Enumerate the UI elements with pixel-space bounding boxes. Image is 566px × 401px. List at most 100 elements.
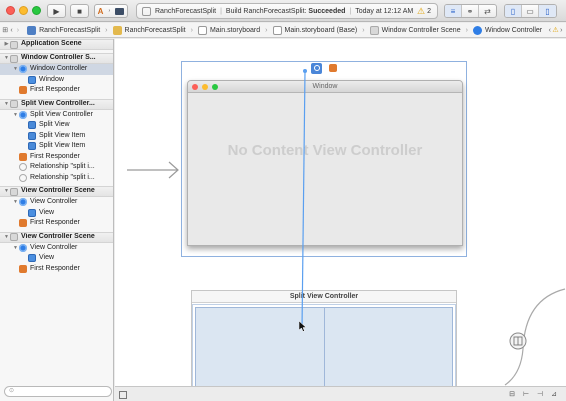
outline-row-label: First Responder [30,219,80,226]
crumb-storyboard-base[interactable]: Main.storyboard (Base) [272,25,357,35]
split-view[interactable] [195,307,453,386]
outline-scene-row[interactable]: ▶ Application Scene [0,39,113,50]
controller-icon [19,243,27,252]
relationship-segue[interactable] [485,279,566,386]
folder-icon [112,25,122,35]
forward-icon[interactable]: › [15,27,21,34]
outline-item-row[interactable]: First Responder [0,218,113,229]
outline-toggle-icon[interactable] [119,391,127,399]
embed-icon[interactable]: ⊟ [507,390,517,399]
outline-item-row[interactable]: View [0,208,113,219]
window-preview[interactable]: Window No Content View Controller [187,80,463,246]
scene-icon [10,54,18,63]
debug-area-toggle-icon[interactable]: ▭ [522,5,539,17]
pin-icon[interactable]: ⊣ [535,390,545,399]
outline-item-row[interactable]: First Responder [0,152,113,163]
split-divider[interactable] [324,308,325,386]
outline-item-row[interactable]: Split View [0,120,113,131]
jump-bar: ⊞ ‹ › RanchForecastSplit › RanchForecastS… [0,23,566,38]
disclosure-triangle-icon[interactable]: ▼ [3,100,10,109]
outline-scene-row[interactable]: ▼ View Controller Scene [0,231,113,243]
outline-row-label: Split View Item [39,131,86,139]
outline-item-row[interactable]: Relationship "split i... [0,162,113,173]
version-editor-icon[interactable]: ⇄ [479,5,496,17]
disclosure-triangle-icon[interactable]: ▼ [12,243,19,254]
scheme-selector[interactable]: A › [94,4,128,18]
outline-scene-row[interactable]: ▼ View Controller Scene [0,186,113,197]
outline-scene-row[interactable]: ▼ Split View Controller... [0,98,113,110]
storyboard-file-icon [197,25,207,35]
storyboard-canvas[interactable]: Window No Content View Controller Split … [115,39,566,386]
zoom-dot-icon [212,84,218,90]
run-button[interactable]: ▶ [47,4,66,18]
outline-item-row[interactable]: ▼ Window Controller [0,64,113,75]
disclosure-triangle-icon[interactable]: ▼ [12,197,19,208]
first-responder-icon [19,219,27,228]
resolve-icon[interactable]: ⊿ [549,390,559,399]
disclosure-triangle-icon[interactable]: ▶ [3,40,10,49]
outline-item-row[interactable]: View [0,253,113,264]
disclosure-triangle-icon[interactable]: ▼ [3,54,10,63]
disclosure-triangle-icon[interactable]: ▼ [3,233,10,242]
warning-icon: ⚠ [417,5,426,16]
outline-item-row[interactable]: ▼ View Controller [0,197,113,208]
editor-mode-control[interactable]: ≡ ⚭ ⇄ [444,4,497,18]
disclosure-triangle-icon[interactable]: ▼ [12,64,19,75]
disclosure-triangle-icon[interactable]: ▼ [3,187,10,196]
split-view-icon [28,121,36,130]
outline-item-row[interactable]: Split View Item [0,131,113,142]
outline-item-row[interactable]: First Responder [0,85,113,96]
chevron-icon: › [108,8,111,14]
outline-row-label: View Controller [30,243,78,251]
outline-item-row[interactable]: ▼ View Controller [0,243,113,254]
outline-row-label: Split View Controller [30,110,93,118]
warnings-indicator[interactable]: ⚠ 2 [417,6,431,17]
navigator-toggle-icon[interactable]: ▯ [505,5,522,17]
outline-row-label: View Controller Scene [21,187,95,195]
outline-row-label: First Responder [30,86,80,93]
outline-row-label: Window [39,75,64,83]
build-status: Succeeded [308,7,346,15]
crumb-storyboard[interactable]: Main.storyboard [197,25,260,35]
scene-icon [10,233,18,241]
activity-view: RanchForecastSplit | Build RanchForecast… [136,3,438,19]
first-responder-icon[interactable] [329,64,337,72]
outline-row-label: Application Scene [21,40,82,48]
utilities-toggle-icon[interactable]: ▯ [539,5,556,17]
standard-editor-icon[interactable]: ≡ [445,5,462,17]
crumb-scene[interactable]: Window Controller Scene [369,25,461,35]
crumb-controller[interactable]: Window Controller [472,25,542,35]
outline-item-row[interactable]: Relationship "split i... [0,173,113,184]
canvas-bottom-bar: ⊟ ⊢ ⊣ ⊿ [115,386,566,401]
outline-item-row[interactable]: ▼ Split View Controller [0,110,113,121]
jump-next-icon[interactable]: › [559,27,564,34]
outline-item-row[interactable]: Window [0,75,113,86]
stop-icon: ■ [77,6,82,16]
scene-icon [10,187,18,196]
relationship-icon [19,173,27,182]
entry-point-arrow[interactable] [127,161,183,181]
split-view-controller-scene[interactable]: Split View Controller [191,290,457,386]
close-dot-icon [192,84,198,90]
outline-row-label: Split View [39,121,70,128]
crumb-project[interactable]: RanchForecastSplit [27,25,100,35]
minimize-window-button[interactable] [19,6,28,15]
disclosure-triangle-icon[interactable]: ▼ [12,110,19,121]
controller-icon [19,65,27,74]
stop-button[interactable]: ■ [70,4,89,18]
outline-row-label: Split View Controller... [21,99,95,107]
close-window-button[interactable] [6,6,15,15]
filter-icon: ⊙ [9,388,15,394]
view-toggle-control[interactable]: ▯ ▭ ▯ [504,4,557,18]
outline-filter-field[interactable]: ⊙ [4,386,112,397]
outline-item-row[interactable]: Split View Item [0,141,113,152]
crumb-group[interactable]: RanchForecastSplit [112,25,186,35]
window-controller-scene[interactable]: Window No Content View Controller [181,61,467,257]
outline-item-row[interactable]: First Responder [0,264,113,275]
outline-scene-row[interactable]: ▼ Window Controller S... [0,53,113,64]
zoom-window-button[interactable] [32,6,41,15]
align-icon[interactable]: ⊢ [521,390,531,399]
assistant-editor-icon[interactable]: ⚭ [462,5,479,17]
outline-row-label: Window Controller [30,65,88,72]
outline-row-label: View Controller [30,198,78,205]
